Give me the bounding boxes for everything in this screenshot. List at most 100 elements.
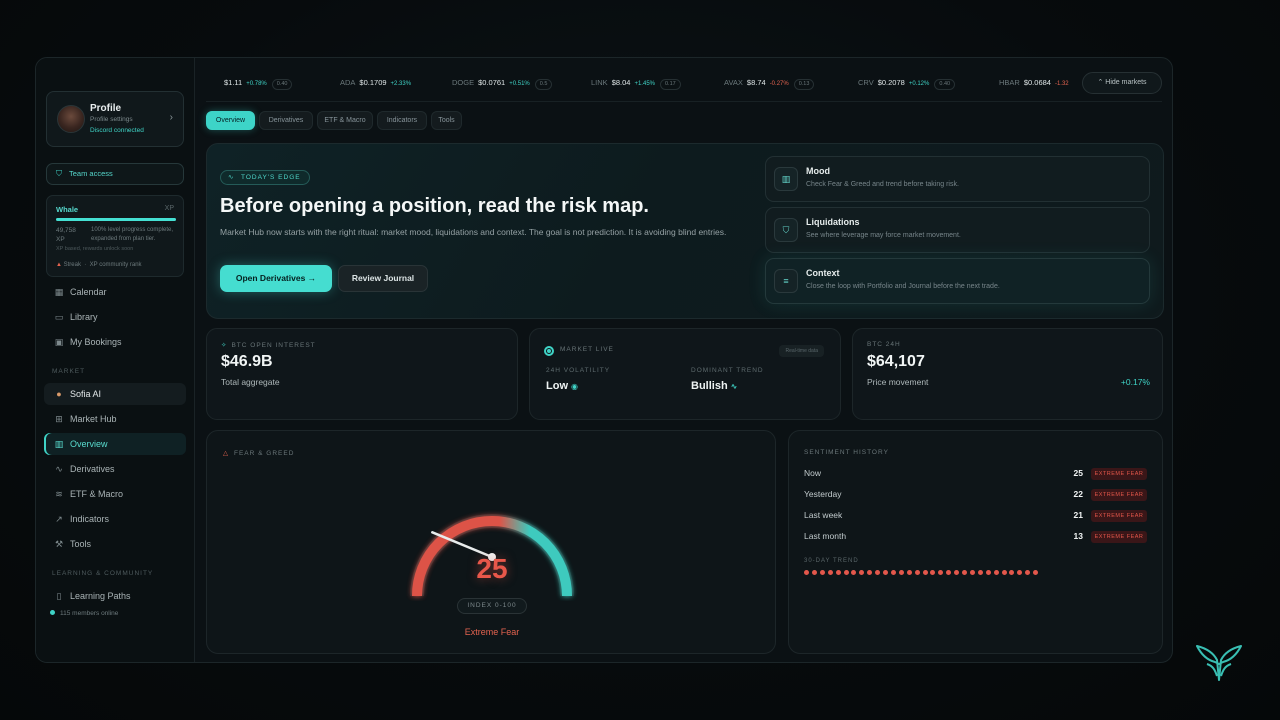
section-label-market: MARKET bbox=[52, 368, 86, 375]
review-journal-button[interactable]: Review Journal bbox=[338, 265, 428, 292]
chevron-up-icon: ⌃ bbox=[1097, 79, 1104, 86]
hide-markets-button[interactable]: ⌃ Hide markets bbox=[1082, 72, 1162, 94]
ticker-chip: 0.5 bbox=[534, 79, 553, 90]
ticker-item[interactable]: DOGE $0.0761 +0.51% 0.5 bbox=[452, 78, 553, 90]
history-tag: EXTREME FEAR bbox=[1091, 531, 1147, 543]
btc-price-sub: Price movement bbox=[867, 377, 929, 387]
sidebar-item-learning-paths[interactable]: ▯ Learning Paths bbox=[44, 585, 186, 607]
dominant-trend-value: Bullish ∿ bbox=[691, 380, 737, 392]
tab-derivatives[interactable]: Derivatives bbox=[259, 111, 313, 130]
trend-dot bbox=[938, 570, 944, 575]
grid-icon: ⊞ bbox=[55, 414, 63, 424]
history-value: 21 bbox=[1073, 510, 1083, 520]
market-live-card: MARKET LIVE Real-time data 24H VOLATILIT… bbox=[529, 328, 841, 420]
trend-label: 30-DAY TREND bbox=[804, 558, 859, 564]
open-interest-label: ✧ BTC OPEN INTEREST bbox=[221, 341, 316, 349]
tab-etf-macro[interactable]: ETF & Macro bbox=[317, 111, 373, 130]
sidebar-item-my-bookings[interactable]: ▣ My Bookings bbox=[44, 331, 186, 353]
tab-tools[interactable]: Tools bbox=[431, 111, 462, 130]
liquidations-card[interactable]: ⛉ Liquidations See where leverage may fo… bbox=[765, 207, 1150, 253]
members-online: 115 members online bbox=[50, 610, 118, 617]
ticker-item[interactable]: LINK $8.04 +1.45% 0.17 bbox=[591, 78, 681, 90]
trend-dot bbox=[883, 570, 888, 575]
ticker-change: -0.27% bbox=[769, 81, 789, 87]
xp-community-rank: XP community rank bbox=[89, 262, 142, 268]
context-subtitle: Close the loop with Portfolio and Journa… bbox=[806, 283, 1000, 290]
trend-dot bbox=[835, 570, 841, 575]
members-online-label: 115 members online bbox=[60, 610, 119, 617]
sidebar-item-label: Library bbox=[70, 312, 98, 322]
history-value: 25 bbox=[1073, 468, 1083, 478]
ticker-item[interactable]: AVAX $8.74 -0.27% 0.13 bbox=[724, 78, 815, 90]
context-card[interactable]: ≡ Context Close the loop with Portfolio … bbox=[765, 258, 1150, 304]
trend-dot bbox=[977, 570, 983, 575]
sidebar-item-market-hub[interactable]: ⊞ Market Hub bbox=[44, 408, 186, 430]
sidebar-item-calendar[interactable]: ▦ Calendar bbox=[44, 281, 186, 303]
trend-dot bbox=[962, 570, 967, 575]
mood-card[interactable]: ▥ Mood Check Fear & Greed and trend befo… bbox=[765, 156, 1150, 202]
trend-icon: ↗ bbox=[55, 514, 63, 524]
xp-label: XP bbox=[164, 205, 174, 212]
trend-dot bbox=[898, 570, 904, 575]
trend-dot bbox=[993, 570, 999, 575]
sidebar-item-label: Overview bbox=[70, 439, 108, 449]
context-title: Context bbox=[806, 268, 840, 278]
pulse-icon: ∿ bbox=[730, 382, 738, 391]
trend-dot bbox=[867, 570, 873, 575]
xp-tier: Whale bbox=[56, 205, 79, 214]
trend-dot bbox=[804, 570, 809, 575]
team-access-button[interactable]: ⛉ Team access bbox=[46, 163, 184, 185]
avatar bbox=[57, 105, 85, 133]
profile-card[interactable]: Profile Profile settings Discord connect… bbox=[46, 91, 184, 147]
profile-subtitle: Profile settings bbox=[90, 116, 133, 123]
xp-card: Whale XP 49,758 XP 100% level progress c… bbox=[46, 195, 184, 277]
sidebar-item-tools[interactable]: ⚒ Tools bbox=[44, 533, 186, 555]
sidebar-item-label: ETF & Macro bbox=[70, 489, 124, 499]
ticker-change: +2.33% bbox=[390, 81, 412, 87]
sidebar-item-overview[interactable]: ▥ Overview bbox=[44, 433, 186, 455]
liquidations-subtitle: See where leverage may force market move… bbox=[806, 232, 961, 239]
history-when: Yesterday bbox=[804, 489, 842, 499]
flame-icon: ▲ bbox=[56, 262, 62, 268]
sidebar-item-etf-macro[interactable]: ≋ ETF & Macro bbox=[44, 483, 186, 505]
chart-icon: ▥ bbox=[54, 439, 64, 449]
ticker-item[interactable]: CRV $0.2078 +0.12% 0.40 bbox=[858, 78, 956, 90]
xp-progress-bar bbox=[56, 218, 176, 221]
trend-dot bbox=[1033, 570, 1039, 575]
trend-dot bbox=[1001, 570, 1007, 575]
ticker-symbol: HBAR bbox=[999, 78, 1020, 87]
ticker-item[interactable]: $1.11 +0.78% 0.40 bbox=[224, 78, 293, 90]
hide-markets-label: Hide markets bbox=[1105, 79, 1147, 86]
folder-icon: ▭ bbox=[54, 312, 64, 322]
liquidations-title: Liquidations bbox=[806, 217, 860, 227]
app-window: Profile Profile settings Discord connect… bbox=[35, 57, 1173, 663]
open-derivatives-button[interactable]: Open Derivatives → bbox=[220, 265, 332, 292]
ticker-price: $1.11 bbox=[224, 78, 243, 87]
trend-dot bbox=[954, 570, 960, 575]
sidebar-item-library[interactable]: ▭ Library bbox=[44, 306, 186, 328]
section-label-learning: LEARNING & COMMUNITY bbox=[52, 570, 154, 577]
sidebar-item-derivatives[interactable]: ∿ Derivatives bbox=[44, 458, 186, 480]
sidebar-item-indicators[interactable]: ↗ Indicators bbox=[44, 508, 186, 530]
sidebar-item-sofia-ai[interactable]: ● Sofia AI bbox=[44, 383, 186, 405]
xp-value: 49,758 XP bbox=[56, 227, 76, 243]
trend-dot bbox=[890, 570, 896, 575]
sidebar-item-label: Tools bbox=[70, 539, 92, 549]
history-tag: EXTREME FEAR bbox=[1091, 489, 1147, 501]
ticker-symbol: ADA bbox=[340, 78, 356, 87]
main-content: $1.11 +0.78% 0.40 ADA $0.1709 +2.33% DOGE $0.… bbox=[196, 58, 1172, 662]
history-tag: EXTREME FEAR bbox=[1091, 510, 1147, 522]
tab-indicators[interactable]: Indicators bbox=[377, 111, 427, 130]
dominant-trend-text: Bullish bbox=[691, 380, 728, 392]
btc-24h-label: BTC 24H bbox=[867, 341, 901, 348]
wrench-icon: ⚒ bbox=[54, 539, 64, 549]
tab-overview[interactable]: Overview bbox=[206, 111, 255, 130]
history-value: 13 bbox=[1073, 531, 1083, 541]
ticker-item[interactable]: ADA $0.1709 +2.33% bbox=[340, 78, 411, 87]
warning-icon: △ bbox=[223, 450, 229, 457]
trend-dot bbox=[930, 570, 936, 575]
pulse-icon: ∿ bbox=[228, 174, 235, 181]
volatility-label: 24H VOLATILITY bbox=[546, 367, 611, 374]
ticker-item[interactable]: HBAR $0.0684 -1.32 bbox=[999, 78, 1069, 87]
hero-title: Before opening a position, read the risk… bbox=[220, 195, 649, 217]
